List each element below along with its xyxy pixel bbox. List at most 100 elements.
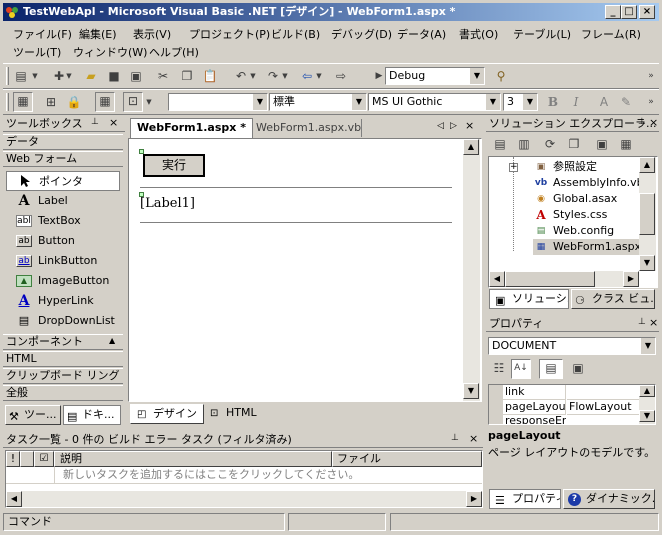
tab-solution-explorer[interactable]: ▣ ソリューシ... xyxy=(489,289,569,309)
close-icon[interactable]: × xyxy=(649,116,658,129)
chevron-down-icon[interactable]: ▼ xyxy=(469,68,484,84)
show-details-icon[interactable]: ⊡ xyxy=(123,92,143,112)
menu-data[interactable]: データ(A) xyxy=(397,26,446,42)
property-name[interactable]: pageLayout xyxy=(503,400,566,415)
tab-webform-aspx[interactable]: WebForm1.aspx * xyxy=(130,118,253,138)
toolbox-item-linkbutton[interactable]: ab LinkButton xyxy=(6,251,120,271)
toolbox-item-imagebutton[interactable]: ▲ ImageButton xyxy=(6,271,120,291)
toolbox-item-button[interactable]: ab Button xyxy=(6,231,120,251)
menu-file[interactable]: ファイル(F) xyxy=(13,26,72,42)
property-value[interactable]: FlowLayout xyxy=(567,400,639,415)
scroll-down-icon[interactable]: ▼ xyxy=(463,383,479,399)
pin-icon[interactable]: ⊥ xyxy=(451,433,459,443)
new-task-placeholder[interactable]: 新しいタスクを追加するにはここをクリックしてください。 xyxy=(54,467,482,483)
chevron-down-icon[interactable]: ▼ xyxy=(640,338,655,354)
horizontal-scrollbar[interactable]: ◀ ▶ xyxy=(489,271,639,287)
tab-dynamic-help[interactable]: ? ダイナミック... xyxy=(563,489,655,509)
toolbox-group-data[interactable]: データ xyxy=(3,134,123,150)
close-icon[interactable]: × xyxy=(469,432,478,445)
toolbox-group-webforms[interactable]: Web フォーム xyxy=(3,151,123,167)
bold-icon[interactable]: B xyxy=(545,94,561,110)
new-task-row[interactable]: 新しいタスクを追加するにはここをクリックしてください。 xyxy=(6,467,482,484)
save-icon[interactable]: ■ xyxy=(106,68,122,84)
scroll-down-icon[interactable]: ▼ xyxy=(639,410,655,422)
toolbox-group-clipboard[interactable]: クリップボード リング xyxy=(3,368,123,384)
cut-icon[interactable]: ✂ xyxy=(155,68,171,84)
maximize-button[interactable]: □ xyxy=(621,5,637,19)
chevron-down-icon[interactable]: ▼ xyxy=(65,68,73,84)
property-name[interactable]: responseEn xyxy=(503,415,566,424)
toolbox-item-dropdownlist[interactable]: ▤ DropDownList xyxy=(6,311,120,331)
close-icon[interactable]: × xyxy=(649,316,658,329)
toolbox-item-pointer[interactable]: ポインタ xyxy=(6,171,120,191)
style-select[interactable]: 標準 ▼ xyxy=(269,93,367,111)
alphabetical-icon[interactable]: A↓ xyxy=(511,359,531,379)
toolbox-item-textbox[interactable]: abl TextBox xyxy=(6,211,120,231)
object-select[interactable]: DOCUMENT ▼ xyxy=(488,337,656,355)
tab-class-view[interactable]: ⚆ クラス ビュ... xyxy=(571,289,655,309)
priority-column-header[interactable]: ! xyxy=(6,451,20,467)
vertical-scrollbar[interactable]: ▲ ▼ xyxy=(639,385,655,424)
expand-icon[interactable]: + xyxy=(509,163,518,172)
tree-item-styles-css[interactable]: A Styles.css xyxy=(533,207,607,223)
navigate-forward-icon[interactable]: ⇨ xyxy=(333,68,349,84)
menu-window[interactable]: ウィンドウ(W) xyxy=(73,44,147,60)
scroll-left-icon[interactable]: ◀ xyxy=(6,491,22,507)
property-pages-icon[interactable]: ▣ xyxy=(570,360,586,376)
pin-icon[interactable]: ⊥ xyxy=(638,117,646,127)
tab-properties[interactable]: ☰ プロパティ xyxy=(489,489,561,509)
close-icon[interactable]: × xyxy=(465,119,474,132)
task-list-table[interactable]: ! ☑ 説明 ファイル 新しいタスクを追加するにはここをクリックしてください。 … xyxy=(5,450,483,508)
toolbar-grip[interactable] xyxy=(6,93,9,111)
toolbox-group-html[interactable]: HTML xyxy=(3,351,123,367)
tab-scroll-left-icon[interactable]: ◁ xyxy=(437,121,444,131)
scroll-right-icon[interactable]: ▶ xyxy=(623,271,639,287)
minimize-button[interactable]: _ xyxy=(605,5,621,19)
new-project-icon[interactable]: ▤ xyxy=(13,68,29,84)
property-name[interactable]: link xyxy=(503,385,566,400)
tree-item-references[interactable]: ▣ 参照設定 xyxy=(533,159,597,175)
scroll-thumb[interactable] xyxy=(505,271,595,287)
tab-html-view[interactable]: ⊡ HTML xyxy=(206,404,266,424)
close-button[interactable]: × xyxy=(639,5,655,19)
font-select[interactable]: MS UI Gothic ▼ xyxy=(368,93,501,111)
menu-view[interactable]: 表示(V) xyxy=(133,26,171,42)
categorized-icon[interactable]: ☷ xyxy=(491,360,507,376)
chevron-down-icon[interactable]: ▼ xyxy=(522,94,537,110)
property-value[interactable] xyxy=(567,385,639,400)
solution-tree[interactable]: + ▣ 参照設定 vb AssemblyInfo.vb ◉ Global.asax A… xyxy=(488,156,658,288)
lock-icon[interactable]: 🔒 xyxy=(66,94,82,110)
save-all-icon[interactable]: ▣ xyxy=(128,68,144,84)
description-column-header[interactable]: 説明 xyxy=(54,451,332,467)
pin-icon[interactable]: ⊥ xyxy=(638,317,646,327)
pin-icon[interactable]: ⊥ xyxy=(91,117,99,127)
menu-tools[interactable]: ツール(T) xyxy=(13,44,61,60)
open-file-icon[interactable]: ▰ xyxy=(83,68,99,84)
chevron-down-icon[interactable]: ▼ xyxy=(31,68,39,84)
tab-webform-vb[interactable]: WebForm1.aspx.vb* xyxy=(256,119,362,137)
chevron-down-icon[interactable]: ▼ xyxy=(281,68,289,84)
properties-view-icon[interactable]: ▤ xyxy=(539,359,563,379)
chevron-down-icon[interactable]: ▼ xyxy=(485,94,500,110)
menu-format[interactable]: 書式(O) xyxy=(459,26,498,42)
chevron-down-icon[interactable]: ▼ xyxy=(351,94,366,110)
tree-item-global-asax[interactable]: ◉ Global.asax xyxy=(533,191,617,207)
tab-design-view[interactable]: ◰ デザイン xyxy=(130,404,204,424)
show-all-files-icon[interactable]: ❐ xyxy=(566,136,582,152)
undo-icon[interactable]: ↶ xyxy=(233,68,249,84)
file-column-header[interactable]: ファイル xyxy=(332,451,482,467)
italic-icon[interactable]: I xyxy=(568,94,584,110)
font-color-icon[interactable]: A xyxy=(596,94,612,110)
tab-toolbox[interactable]: ⚒ ツー... xyxy=(5,405,61,425)
run-button[interactable]: 実行 xyxy=(143,154,205,177)
view-designer-icon[interactable]: ▥ xyxy=(516,136,532,152)
design-surface[interactable]: 実行 [Label1] ▲ ▼ xyxy=(128,138,482,402)
menu-frame[interactable]: フレーム(R) xyxy=(581,26,641,42)
property-grid[interactable]: link pageLayout FlowLayout responseEn ▲ … xyxy=(488,384,656,425)
toolbox-item-hyperlink[interactable]: A HyperLink xyxy=(6,291,120,311)
snap-icon[interactable]: ⊞ xyxy=(43,94,59,110)
toolbox-item-label[interactable]: A Label xyxy=(6,191,120,211)
close-icon[interactable]: × xyxy=(109,116,118,129)
horizontal-scrollbar[interactable]: ◀ ▶ xyxy=(6,491,482,507)
block-format-select[interactable]: ▼ xyxy=(168,93,268,111)
